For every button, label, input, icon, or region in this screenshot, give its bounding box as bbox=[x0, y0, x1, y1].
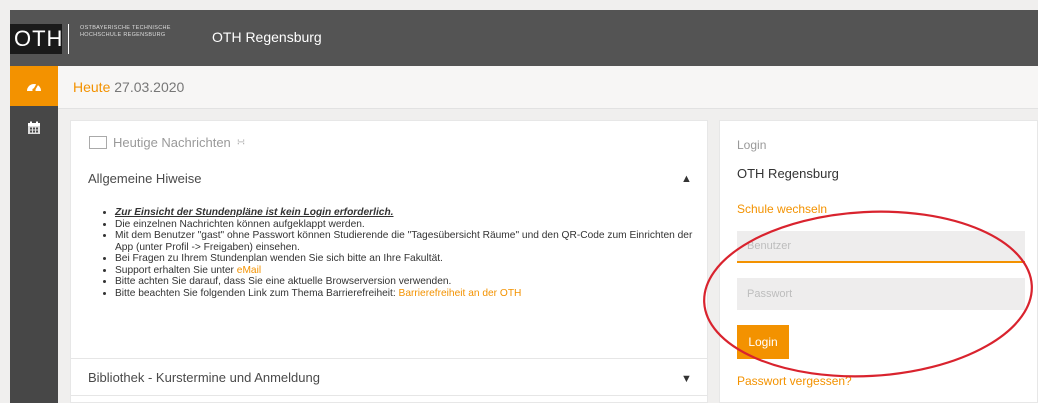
news-section-title[interactable]: Allgemeine Hiweise bbox=[88, 171, 201, 186]
news-bullet-list: Zur Einsicht der Stundenpläne ist kein L… bbox=[101, 207, 695, 299]
list-item: Bitte achten Sie darauf, dass Sie eine a… bbox=[115, 276, 695, 288]
oth-logo[interactable]: OTH bbox=[10, 24, 62, 54]
logo-divider bbox=[68, 24, 69, 54]
today-label: Heute 27.03.2020 bbox=[73, 79, 184, 95]
sidebar-item-dashboard[interactable] bbox=[10, 66, 58, 106]
date-bar: Heute 27.03.2020 bbox=[58, 66, 1038, 109]
logo-subtitle: OSTBAYERISCHE TECHNISCHE HOCHSCHULE REGE… bbox=[80, 25, 171, 38]
barrier-text: Bitte beachten Sie folgenden Link zum Th… bbox=[115, 287, 396, 299]
rss-icon[interactable]: ∺ bbox=[237, 137, 245, 148]
annotation-ellipse bbox=[703, 210, 1033, 378]
chevron-down-icon[interactable]: ▼ bbox=[681, 373, 692, 385]
section-divider bbox=[71, 358, 707, 359]
list-item: Die einzelnen Nachrichten können aufgekl… bbox=[115, 219, 695, 231]
news-header: Heutige Nachrichten ∺ bbox=[89, 135, 245, 150]
list-item: Bei Fragen zu Ihrem Stundenplan wenden S… bbox=[115, 253, 695, 265]
news-header-title: Heutige Nachrichten bbox=[113, 135, 231, 150]
top-header: OTH OSTBAYERISCHE TECHNISCHE HOCHSCHULE … bbox=[10, 10, 1038, 66]
news-panel: Heutige Nachrichten ∺ Allgemeine Hiweise… bbox=[70, 120, 708, 403]
sidebar-item-calendar[interactable] bbox=[10, 108, 58, 148]
app-title[interactable]: OTH Regensburg bbox=[212, 29, 322, 45]
list-item: Zur Einsicht der Stundenpläne ist kein L… bbox=[115, 207, 695, 219]
today-word: Heute bbox=[73, 79, 111, 95]
list-item: Bitte beachten Sie folgenden Link zum Th… bbox=[115, 288, 695, 300]
sidebar bbox=[10, 66, 58, 403]
chevron-up-icon[interactable]: ▲ bbox=[681, 173, 692, 185]
dashboard-icon bbox=[27, 83, 41, 92]
support-text: Support erhalten Sie unter bbox=[115, 264, 234, 276]
calendar-icon bbox=[28, 121, 40, 134]
support-email-link[interactable]: eMail bbox=[237, 265, 261, 276]
list-item: Mit dem Benutzer "gast" ohne Passwort kö… bbox=[115, 230, 695, 253]
today-date: 27.03.2020 bbox=[114, 79, 185, 95]
newspaper-icon bbox=[89, 136, 107, 149]
list-item: Support erhalten Sie unter eMail bbox=[115, 265, 695, 277]
barrier-link[interactable]: Barrierefreiheit an der OTH bbox=[399, 288, 522, 299]
news-section-bibliothek[interactable]: Bibliothek - Kurstermine und Anmeldung bbox=[88, 370, 320, 385]
login-title: Login bbox=[737, 138, 767, 152]
login-school-name: OTH Regensburg bbox=[737, 166, 839, 181]
section-divider bbox=[71, 395, 707, 396]
